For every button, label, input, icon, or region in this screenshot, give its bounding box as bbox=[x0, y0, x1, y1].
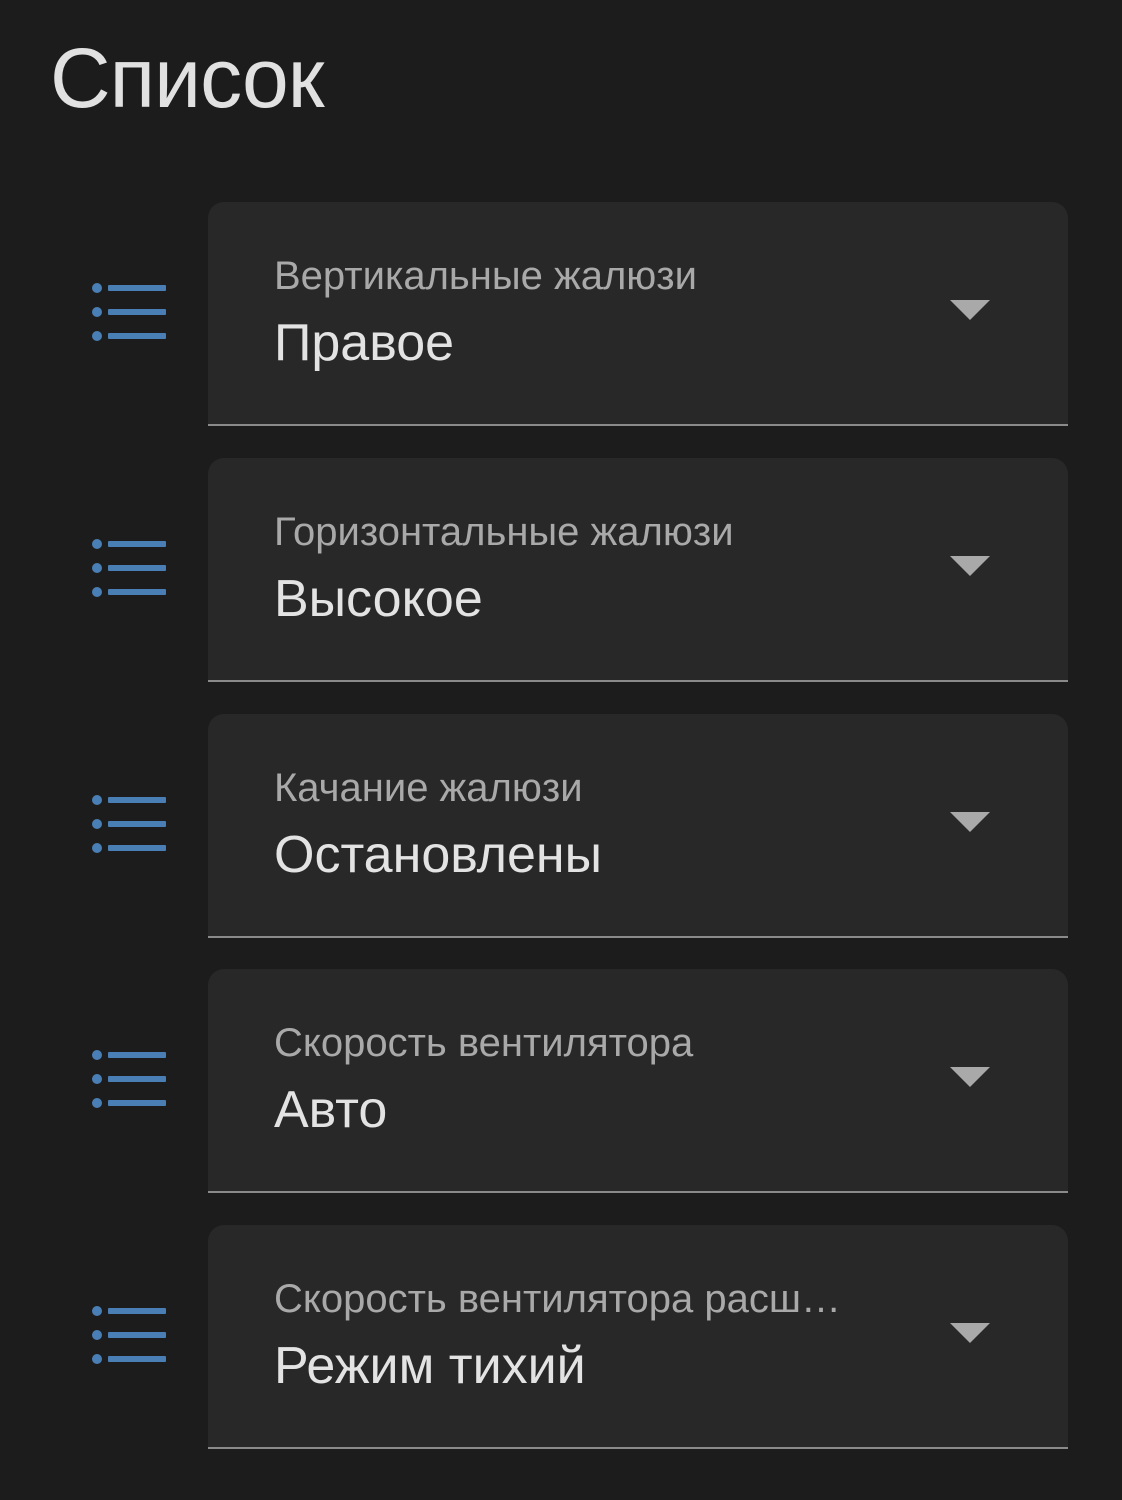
horizontal-louvers-select[interactable]: Горизонтальные жалюзи Высокое bbox=[208, 458, 1068, 682]
select-value: Авто bbox=[274, 1081, 388, 1139]
select-row: Скорость вентилятора расш… Режим тихий bbox=[0, 1225, 1122, 1449]
select-label: Скорость вентилятора bbox=[274, 1021, 694, 1065]
select-value: Остановлены bbox=[274, 826, 603, 884]
select-row: Вертикальные жалюзи Правое bbox=[0, 202, 1122, 426]
card-title: Список bbox=[50, 31, 324, 125]
select-row: Горизонтальные жалюзи Высокое bbox=[0, 458, 1122, 682]
dropdown-arrow-icon[interactable] bbox=[950, 1323, 990, 1343]
louver-swing-select[interactable]: Качание жалюзи Остановлены bbox=[208, 714, 1068, 938]
select-list-card: { "title": "Список", "icon": "format-lis… bbox=[0, 0, 1122, 1500]
select-value: Высокое bbox=[274, 570, 483, 628]
select-value: Правое bbox=[274, 314, 455, 372]
select-label: Вертикальные жалюзи bbox=[274, 254, 697, 298]
dropdown-arrow-icon[interactable] bbox=[950, 1067, 990, 1087]
select-value: Режим тихий bbox=[274, 1337, 586, 1395]
select-label: Горизонтальные жалюзи bbox=[274, 510, 734, 554]
dropdown-arrow-icon[interactable] bbox=[950, 556, 990, 576]
format-list-bulleted-icon bbox=[92, 795, 166, 853]
format-list-bulleted-icon bbox=[92, 283, 166, 341]
fan-speed-select[interactable]: Скорость вентилятора Авто bbox=[208, 969, 1068, 1193]
select-row: Скорость вентилятора Авто bbox=[0, 969, 1122, 1193]
select-row: Качание жалюзи Остановлены bbox=[0, 714, 1122, 938]
format-list-bulleted-icon bbox=[92, 1050, 166, 1108]
format-list-bulleted-icon bbox=[92, 1306, 166, 1364]
vertical-louvers-select[interactable]: Вертикальные жалюзи Правое bbox=[208, 202, 1068, 426]
select-label: Скорость вентилятора расш… bbox=[274, 1277, 841, 1321]
dropdown-arrow-icon[interactable] bbox=[950, 812, 990, 832]
dropdown-arrow-icon[interactable] bbox=[950, 300, 990, 320]
format-list-bulleted-icon bbox=[92, 539, 166, 597]
select-label: Качание жалюзи bbox=[274, 766, 583, 810]
fan-speed-extended-select[interactable]: Скорость вентилятора расш… Режим тихий bbox=[208, 1225, 1068, 1449]
